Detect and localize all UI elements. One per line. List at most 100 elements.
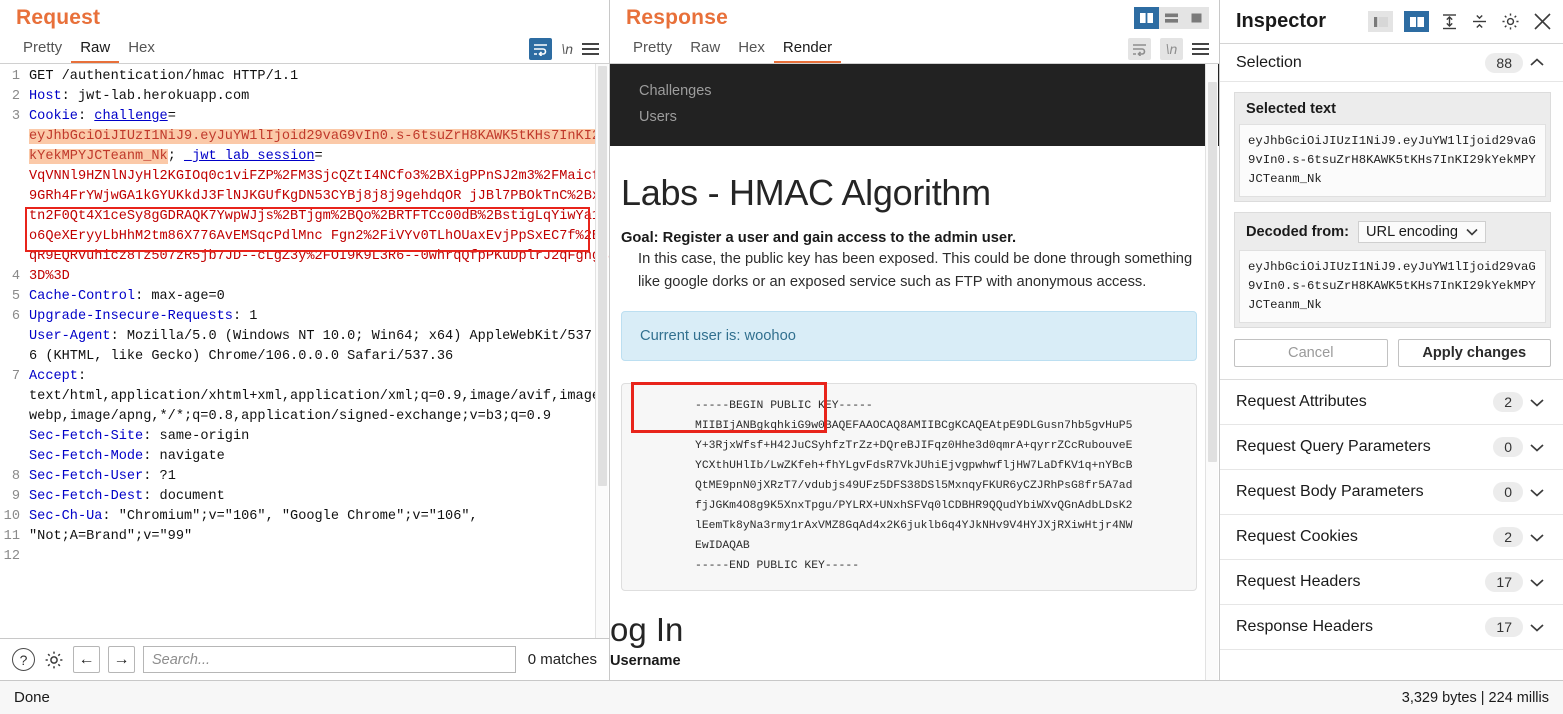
request-body[interactable]: 123 45 67 8 9 10 11 12 GET /authentication/h… bbox=[0, 63, 609, 638]
response-tabs: Pretty Raw Hex Render \n bbox=[610, 32, 1219, 63]
decoded-header: Decoded from: URL encoding bbox=[1239, 217, 1546, 250]
collapse-all-icon[interactable] bbox=[1470, 12, 1489, 31]
req-line-8-name: Sec-Fetch-Site bbox=[29, 429, 144, 444]
req-line-1: GET /authentication/hmac HTTP/1.1 bbox=[29, 69, 299, 84]
req-line-5-val: : 1 bbox=[232, 309, 258, 324]
section-response-headers[interactable]: Response Headers 17 bbox=[1220, 605, 1563, 650]
decoded-card: Decoded from: URL encoding eyJhbGciOiJIU… bbox=[1234, 212, 1551, 328]
cookie-session-name: _jwt_lab_session bbox=[184, 149, 315, 164]
cookie-session-value: VqVNNl9HZNlNJyHl2KGIOq0c1viFZP%2FM3SjcQZ… bbox=[29, 169, 609, 284]
section-label: Request Headers bbox=[1236, 573, 1361, 590]
search-input[interactable]: Search... bbox=[143, 646, 516, 673]
req-line-10-name: Sec-Fetch-User bbox=[29, 469, 144, 484]
chevron-up-icon[interactable] bbox=[1523, 57, 1551, 68]
status-right-label: 3,329 bytes | 224 millis bbox=[1401, 689, 1549, 706]
req-line-10-val: : ?1 bbox=[143, 469, 176, 484]
find-next-button[interactable]: → bbox=[108, 646, 135, 673]
chevron-down-icon[interactable] bbox=[1523, 487, 1551, 498]
layout-split-icon[interactable] bbox=[1404, 11, 1429, 32]
tab-response-pretty[interactable]: Pretty bbox=[624, 36, 681, 63]
current-user-alert: Current user is: woohoo bbox=[621, 311, 1197, 361]
selected-text-value[interactable]: eyJhbGciOiJIUzI1NiJ9.eyJuYW1lIjoid29vaG9… bbox=[1239, 124, 1546, 197]
tab-response-render[interactable]: Render bbox=[773, 36, 842, 63]
selected-text-card: Selected text eyJhbGciOiJIUzI1NiJ9.eyJuY… bbox=[1234, 92, 1551, 202]
section-request-cookies[interactable]: Request Cookies 2 bbox=[1220, 515, 1563, 560]
newline-icon[interactable]: \n bbox=[1160, 38, 1183, 60]
cookie-sep: ; bbox=[167, 149, 185, 164]
section-request-attributes[interactable]: Request Attributes 2 bbox=[1220, 380, 1563, 425]
inspector-toolbar bbox=[1368, 11, 1553, 32]
tab-request-raw[interactable]: Raw bbox=[71, 36, 120, 63]
status-bar: Done 3,329 bytes | 224 millis bbox=[0, 680, 1563, 714]
find-previous-button[interactable]: ← bbox=[73, 646, 100, 673]
tab-response-hex[interactable]: Hex bbox=[729, 36, 774, 63]
decoding-select[interactable]: URL encoding bbox=[1357, 221, 1486, 243]
burp-suite-window: Request Pretty Raw Hex \n 123 45 67 8 9 10… bbox=[0, 0, 1563, 714]
nav-link-users[interactable]: Users bbox=[610, 104, 1219, 130]
split-horizontal-icon[interactable] bbox=[1159, 7, 1184, 29]
request-toolbar: \n bbox=[529, 38, 599, 63]
selection-count-badge: 88 bbox=[1485, 52, 1523, 73]
req-line-7-val: : text/html,application/xhtml+xml,applic… bbox=[29, 369, 609, 424]
expand-all-icon[interactable] bbox=[1440, 12, 1459, 31]
response-scrollbar-thumb[interactable] bbox=[1208, 82, 1217, 462]
chevron-down-icon[interactable] bbox=[1523, 442, 1551, 453]
section-count-badge: 2 bbox=[1493, 527, 1523, 547]
hamburger-menu-icon[interactable] bbox=[1192, 43, 1209, 55]
layout-left-icon[interactable] bbox=[1368, 11, 1393, 32]
request-scrollbar-thumb[interactable] bbox=[598, 66, 607, 486]
inspector-header: Inspector bbox=[1220, 0, 1563, 44]
help-icon[interactable]: ? bbox=[12, 648, 35, 671]
decoder-action-buttons: Cancel Apply changes bbox=[1234, 339, 1551, 367]
word-wrap-icon[interactable] bbox=[1128, 38, 1151, 60]
req-line-7-name: Accept bbox=[29, 369, 78, 384]
request-code: 123 45 67 8 9 10 11 12 GET /authentication/h… bbox=[0, 64, 609, 567]
tab-request-pretty[interactable]: Pretty bbox=[14, 36, 71, 63]
section-label: Request Query Parameters bbox=[1236, 438, 1431, 455]
hamburger-menu-icon[interactable] bbox=[582, 43, 599, 55]
jwt-token-highlighted[interactable]: eyJhbGciOiJIUzI1NiJ9.eyJuYW1lIjoid29vaG9… bbox=[29, 129, 609, 164]
response-scrollbar[interactable] bbox=[1205, 64, 1218, 680]
selection-label: Selection bbox=[1236, 53, 1302, 71]
tab-request-hex[interactable]: Hex bbox=[119, 36, 164, 63]
single-pane-icon[interactable] bbox=[1184, 7, 1209, 29]
chevron-down-icon[interactable] bbox=[1523, 532, 1551, 543]
login-heading: og In bbox=[610, 611, 684, 648]
section-request-query-parameters[interactable]: Request Query Parameters 0 bbox=[1220, 425, 1563, 470]
status-left-label: Done bbox=[14, 689, 50, 706]
chevron-down-icon[interactable] bbox=[1523, 577, 1551, 588]
response-toolbar: \n bbox=[1128, 38, 1209, 63]
cancel-button[interactable]: Cancel bbox=[1234, 339, 1388, 367]
apply-changes-button[interactable]: Apply changes bbox=[1397, 339, 1551, 367]
req-line-11-name: Sec-Fetch-Dest bbox=[29, 489, 144, 504]
req-line-6-name: User-Agent bbox=[29, 329, 111, 344]
public-key-block: -----BEGIN PUBLIC KEY----- MIIBIjANBgkqh… bbox=[621, 383, 1197, 591]
newline-icon[interactable]: \n bbox=[561, 41, 573, 57]
req-line-5-name: Upgrade-Insecure-Requests bbox=[29, 309, 233, 324]
section-count-badge: 17 bbox=[1485, 617, 1523, 637]
selection-section-header[interactable]: Selection 88 bbox=[1220, 44, 1563, 82]
req-line-9-val: : navigate bbox=[143, 449, 225, 464]
chevron-down-icon[interactable] bbox=[1523, 622, 1551, 633]
nav-link-challenges[interactable]: Challenges bbox=[610, 78, 1219, 104]
chevron-down-icon[interactable] bbox=[1523, 397, 1551, 408]
split-vertical-icon[interactable] bbox=[1134, 7, 1159, 29]
req-line-4-name: Cache-Control bbox=[29, 289, 136, 304]
close-icon[interactable] bbox=[1532, 11, 1553, 32]
section-request-headers[interactable]: Request Headers 17 bbox=[1220, 560, 1563, 605]
decoded-text-value[interactable]: eyJhbGciOiJIUzI1NiJ9.eyJuYW1lIjoid29vaG9… bbox=[1239, 250, 1546, 323]
cookie-eq: = bbox=[167, 109, 176, 124]
gear-icon[interactable] bbox=[43, 649, 65, 671]
tab-response-raw[interactable]: Raw bbox=[681, 36, 729, 63]
gear-icon[interactable] bbox=[1500, 11, 1521, 32]
panes-container: Request Pretty Raw Hex \n 123 45 67 8 9 10… bbox=[0, 0, 1563, 680]
chevron-down-icon bbox=[1466, 228, 1478, 236]
word-wrap-icon[interactable] bbox=[529, 38, 553, 60]
request-scrollbar[interactable] bbox=[595, 64, 608, 638]
response-title: Response bbox=[626, 6, 728, 29]
decoded-label: Decoded from: bbox=[1246, 224, 1349, 240]
request-title: Request bbox=[16, 6, 101, 29]
section-request-body-parameters[interactable]: Request Body Parameters 0 bbox=[1220, 470, 1563, 515]
section-count-badge: 0 bbox=[1493, 482, 1523, 502]
section-label: Request Body Parameters bbox=[1236, 483, 1424, 500]
